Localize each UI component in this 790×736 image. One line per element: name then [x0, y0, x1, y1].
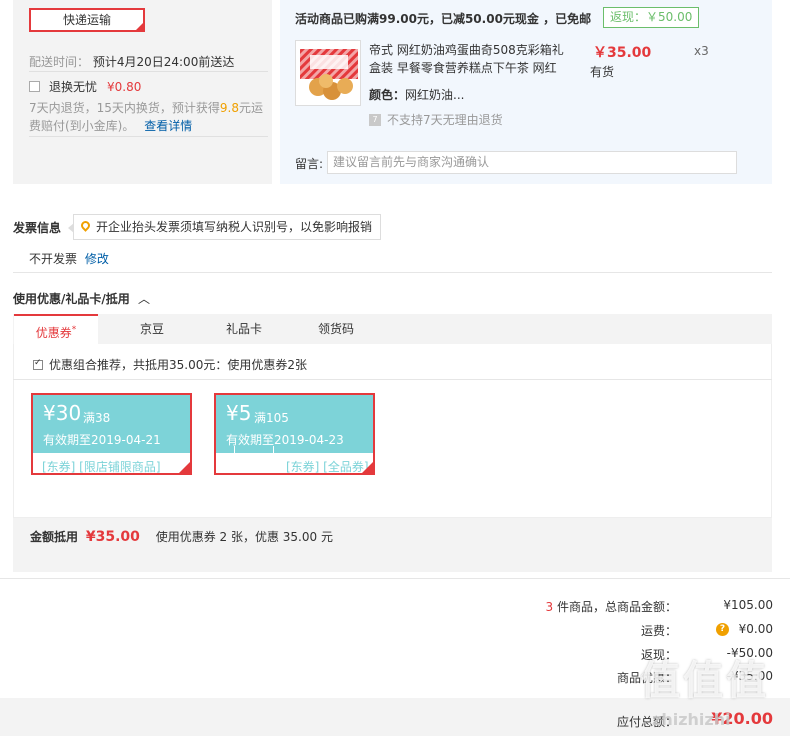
divider	[29, 136, 268, 137]
worry-desc-text: 7天内退货，15天内换货，预计获得	[29, 101, 220, 115]
note-label: 留言:	[295, 157, 324, 171]
coupon-expiry: 有效期至2019-04-21	[43, 433, 161, 447]
tab-coupons[interactable]: 优惠券*	[14, 314, 98, 344]
combo-checkbox[interactable]	[33, 358, 43, 370]
tab-jingdou-label: 京豆	[139, 322, 164, 336]
watermark-url: zhizhizhi	[652, 710, 731, 729]
no-return-icon: 7	[369, 113, 381, 126]
freight-label: 运费：	[640, 624, 677, 638]
delivery-time-value: 预计4月20日24:00前送达	[92, 55, 235, 69]
no-return-notice: 7 不支持7天无理由退货	[369, 111, 503, 128]
divider	[29, 71, 268, 72]
invoice-edit-link[interactable]: 修改	[85, 252, 109, 266]
coupon-amount: ¥5	[226, 401, 252, 425]
selected-check-icon	[361, 461, 373, 473]
chevron-up-icon: ︿	[137, 292, 150, 306]
coupon-tags: [东券] [全品券]	[286, 460, 369, 474]
tab-jingdou[interactable]: 京豆	[112, 314, 192, 344]
coupon-condition: 满105	[254, 411, 289, 425]
tooltip-arrow-icon	[68, 223, 74, 233]
combo-text: 优惠组合推荐，共抵用35.00元：使用优惠券2张	[49, 358, 307, 372]
no-return-text: 不支持7天无理由退货	[387, 113, 503, 127]
product-quantity: x3	[694, 44, 709, 58]
tab-coupons-mark: *	[71, 325, 77, 335]
items-total-value: ¥105.00	[723, 598, 773, 612]
items-count: 3	[545, 600, 554, 614]
tab-gift-card-label: 礼品卡	[225, 322, 262, 336]
tab-redeem-code-label: 领货码	[317, 322, 354, 336]
invoice-status: 不开发票 修改	[29, 250, 109, 267]
worry-free-description: 7天内退货，15天内换货，预计获得9.8元运费赔付(到小金库)。 查看详情	[29, 99, 269, 135]
invoice-tip: 开企业抬头发票须填写纳税人识别号，以免影响报销	[68, 214, 382, 240]
coupon-stamp	[234, 446, 274, 458]
tab-coupons-label: 优惠券	[35, 326, 72, 340]
delivery-time-label: 配送时间：	[29, 55, 90, 69]
note-input[interactable]: 建议留言前先与商家沟通确认	[327, 151, 737, 174]
delivery-time: 配送时间： 预计4月20日24:00前送达	[29, 53, 234, 70]
product-color-value: 网红奶油...	[405, 88, 465, 102]
product-price: ￥35.00	[593, 45, 652, 61]
tab-gift-card[interactable]: 礼品卡	[204, 314, 284, 344]
items-total-label: 3 件商品，总商品金额：	[546, 598, 677, 615]
question-icon[interactable]: ?	[716, 623, 729, 636]
product-thumbnail[interactable]	[295, 40, 361, 106]
details-link[interactable]: 查看详情	[144, 119, 192, 133]
coupon-card[interactable]: ¥30 满38 有效期至2019-04-21 [东券] [限店铺限商品]	[31, 393, 192, 475]
discount-summary-label: 金额抵用	[30, 530, 79, 544]
worry-free-label: 退换无忧	[49, 80, 98, 94]
divider	[13, 272, 772, 273]
coupon-condition: 满38	[83, 411, 111, 425]
coupon-card[interactable]: ¥5 满105 有效期至2019-04-23 [东券] [全品券]	[214, 393, 375, 475]
freight-value: ¥0.00	[738, 622, 773, 636]
worry-free-price: ¥0.80	[107, 79, 142, 94]
shipping-method-label: 快递运输	[62, 13, 111, 27]
worry-free-option[interactable]: 退换无忧 ¥0.80	[29, 78, 141, 95]
coupon-section-title: 使用优惠/礼品卡/抵用	[13, 292, 130, 306]
selected-check-icon	[178, 461, 190, 473]
discount-summary-desc: 使用优惠券 2 张，优惠 35.00 元	[155, 530, 333, 544]
divider	[0, 578, 790, 579]
invoice-title: 发票信息	[13, 221, 62, 235]
product-name-link[interactable]: 帝式 网红奶油鸡蛋曲奇508克彩箱礼盒装 早餐零食营养糕点下午茶 网红	[369, 41, 564, 77]
coupon-section-toggle[interactable]: 使用优惠/礼品卡/抵用 ︿	[13, 290, 150, 307]
worry-free-checkbox[interactable]	[29, 81, 40, 92]
rebate-badge: 返现：￥50.00	[603, 7, 700, 28]
combo-recommend-option[interactable]: 优惠组合推荐，共抵用35.00元：使用优惠券2张	[33, 356, 307, 373]
items-label: 件商品，总商品金额：	[556, 600, 677, 614]
discount-summary: 金额抵用 ¥35.00 使用优惠券 2 张，优惠 35.00 元	[30, 528, 333, 545]
location-pin-icon	[79, 219, 92, 232]
cookie-box-image	[300, 49, 358, 100]
discount-summary-amount: ¥35.00	[85, 529, 140, 545]
product-stock: 有货	[590, 65, 615, 79]
watermark-logo: 值值值	[640, 658, 769, 704]
coupon-tags: [东券] [限店铺限商品]	[42, 460, 161, 474]
invoice-status-text: 不开发票	[29, 252, 78, 266]
shipping-method-option[interactable]: 快递运输	[29, 8, 145, 32]
product-color-label: 颜色：	[369, 88, 406, 102]
coupon-amount: ¥30	[43, 401, 82, 425]
divider	[13, 379, 772, 380]
worry-desc-amount: 9.8	[219, 101, 239, 115]
tab-redeem-code[interactable]: 领货码	[296, 314, 376, 344]
invoice-tip-text: 开企业抬头发票须填写纳税人识别号，以免影响报销	[96, 220, 373, 234]
selected-corner-icon	[135, 22, 144, 31]
promo-title: 活动商品已购满99.00元，已减50.00元现金 ，已免邮	[295, 12, 592, 26]
discount-summary-bar	[13, 518, 772, 572]
product-color: 颜色：网红奶油...	[369, 86, 464, 103]
